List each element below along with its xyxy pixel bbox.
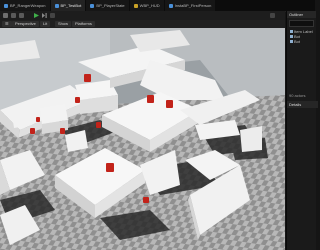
- bot[interactable]: [84, 74, 91, 82]
- save-icon[interactable]: [3, 13, 8, 18]
- actor-icon: [290, 30, 293, 34]
- tab-1[interactable]: BP_TestBot: [50, 0, 86, 11]
- outliner-search-input[interactable]: [289, 20, 314, 27]
- scene-render: [0, 28, 285, 250]
- tab-label: InstaBP_FirstPerson: [174, 3, 212, 8]
- content-icon[interactable]: [19, 13, 24, 18]
- tab-2[interactable]: BP_PlayerState: [86, 0, 129, 11]
- tab-label: BP_PlayerState: [96, 3, 125, 8]
- blueprint-icon: [4, 3, 8, 8]
- blueprint-icon: [54, 3, 59, 8]
- level-viewport[interactable]: [0, 28, 285, 250]
- widget-icon: [133, 3, 138, 8]
- bot[interactable]: [96, 122, 101, 128]
- bot[interactable]: [75, 97, 80, 103]
- bot[interactable]: [166, 100, 173, 108]
- bot[interactable]: [106, 163, 114, 172]
- tab-label: WBP_HUD: [139, 3, 160, 8]
- tab-0[interactable]: BP_RangerWeapon: [0, 0, 50, 11]
- play-icon[interactable]: [34, 13, 39, 18]
- viewport-toolbar: ☰ Perspective Lit Show Platforms: [0, 20, 285, 28]
- outliner-title: Outliner: [287, 11, 316, 18]
- actor-icon: [290, 35, 293, 39]
- actor-icon: [290, 40, 293, 44]
- more-options-icon[interactable]: [50, 13, 55, 18]
- outliner-panel: Outliner Item Label Bot Bot 90 actors De…: [286, 11, 318, 250]
- details-title[interactable]: Details: [287, 101, 318, 108]
- skip-icon[interactable]: [42, 13, 47, 18]
- tab-label: BP_TestBot: [60, 3, 82, 8]
- bot[interactable]: [60, 128, 65, 134]
- viewport-options-button[interactable]: ☰: [2, 21, 12, 27]
- bot[interactable]: [36, 117, 40, 122]
- perspective-button[interactable]: Perspective: [12, 21, 39, 27]
- actor-count: 90 actors: [289, 93, 306, 98]
- tab-4[interactable]: InstaBP_FirstPerson: [164, 0, 216, 11]
- lit-button[interactable]: Lit: [40, 21, 51, 27]
- outliner-row-label: Bot: [294, 39, 301, 44]
- show-button[interactable]: Show: [55, 21, 72, 27]
- platforms-button[interactable]: Platforms: [72, 21, 95, 27]
- outliner-row[interactable]: Bot: [287, 39, 316, 44]
- tab-label: BP_RangerWeapon: [10, 3, 46, 8]
- bot[interactable]: [147, 95, 154, 103]
- mode-select-icon[interactable]: [11, 13, 16, 18]
- tab-3[interactable]: WBP_HUD: [129, 0, 164, 11]
- blueprint-icon: [90, 3, 95, 8]
- settings-icon[interactable]: [270, 13, 275, 18]
- blueprint-icon: [168, 3, 173, 8]
- bot[interactable]: [143, 197, 149, 203]
- bot[interactable]: [30, 128, 35, 134]
